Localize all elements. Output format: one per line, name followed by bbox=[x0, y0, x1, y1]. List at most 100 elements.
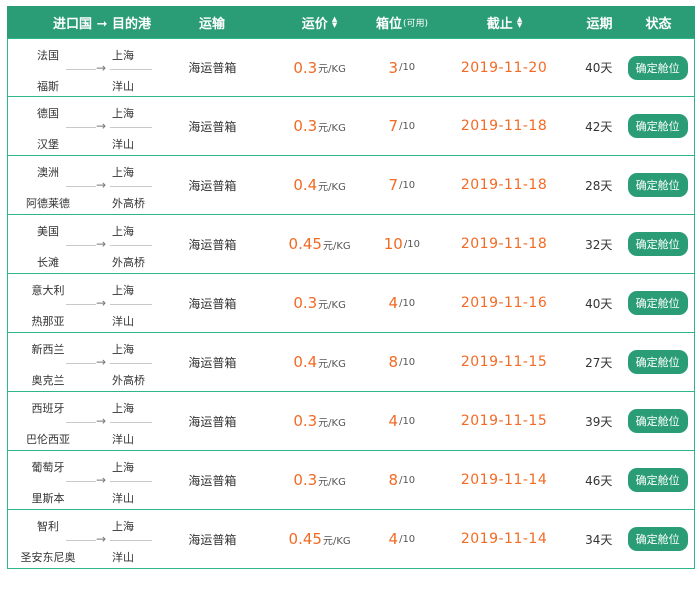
price-cell: 0.3 元/KG bbox=[267, 59, 372, 77]
divider bbox=[110, 422, 152, 423]
table-row: 意大利 热那亚 → 上海 洋山 海运普箱 0.3 元/KG 4/10 2019-1… bbox=[7, 274, 695, 333]
confirm-booking-button[interactable]: 确定舱位 bbox=[627, 409, 688, 433]
dest-city: 上海 bbox=[112, 284, 134, 297]
box-cell: 7/10 bbox=[372, 117, 432, 135]
confirm-booking-button[interactable]: 确定舱位 bbox=[627, 468, 688, 492]
price-unit: 元/KG bbox=[318, 358, 346, 370]
box-available: 3 bbox=[388, 58, 399, 77]
price-value: 0.3 bbox=[293, 58, 318, 77]
price-cell: 0.4 元/KG bbox=[267, 353, 372, 371]
route-cell: 葡萄牙 里斯本 → 上海 洋山 bbox=[8, 451, 158, 509]
origin-port: 圣安东尼奥 bbox=[20, 551, 76, 564]
cutoff-date: 2019-11-14 bbox=[432, 531, 577, 547]
cutoff-date: 2019-11-15 bbox=[432, 413, 577, 429]
box-cell: 7/10 bbox=[372, 176, 432, 194]
route-cell: 西班牙 巴伦西亚 → 上海 洋山 bbox=[8, 392, 158, 450]
price-value: 0.3 bbox=[293, 117, 318, 135]
dest-city: 上海 bbox=[112, 461, 134, 474]
cutoff-value: 2019-11-16 bbox=[460, 295, 548, 311]
dest-port: 外高桥 bbox=[112, 197, 145, 210]
header-box: 箱位 (可用) bbox=[372, 13, 432, 32]
header-cutoff-label: 截止 bbox=[486, 16, 513, 32]
sort-up-down-icon[interactable]: ▲ ▼ bbox=[332, 16, 337, 29]
sort-up-down-icon[interactable]: ▲ ▼ bbox=[517, 16, 522, 29]
table-row: 澳洲 阿德莱德 → 上海 外高桥 海运普箱 0.4 元/KG 7/10 2019-… bbox=[7, 156, 695, 215]
status-cell: 确定舱位 bbox=[621, 291, 694, 315]
status-cell: 确定舱位 bbox=[621, 55, 694, 80]
price-value: 0.45 bbox=[288, 530, 322, 548]
route-cell: 德国 汉堡 → 上海 洋山 bbox=[8, 97, 158, 155]
table-row: 新西兰 奥克兰 → 上海 外高桥 海运普箱 0.4 元/KG 8/10 2019-… bbox=[7, 333, 695, 392]
divider bbox=[110, 540, 152, 541]
box-available: 4 bbox=[388, 294, 399, 312]
right-arrow-icon: → bbox=[96, 119, 107, 133]
header-box-label: 箱位 bbox=[375, 16, 402, 32]
price-unit: 元/KG bbox=[318, 181, 346, 193]
confirm-booking-button[interactable]: 确定舱位 bbox=[627, 55, 688, 80]
divider bbox=[66, 363, 96, 364]
dest-city: 上海 bbox=[112, 107, 134, 120]
confirm-booking-button[interactable]: 确定舱位 bbox=[627, 291, 688, 315]
dest-city: 上海 bbox=[112, 343, 134, 356]
dest-port: 洋山 bbox=[112, 138, 134, 151]
header-transport: 运输 bbox=[198, 16, 225, 32]
divider bbox=[66, 481, 96, 482]
transport-type: 海运普箱 bbox=[188, 178, 237, 193]
cutoff-value: 2019-11-14 bbox=[460, 472, 548, 488]
transport-type: 海运普箱 bbox=[188, 61, 237, 75]
box-total: /10 bbox=[399, 474, 416, 486]
cutoff-date: 2019-11-14 bbox=[432, 472, 577, 488]
table-row: 德国 汉堡 → 上海 洋山 海运普箱 0.3 元/KG 7/10 2019-11-… bbox=[7, 97, 695, 156]
confirm-booking-button[interactable]: 确定舱位 bbox=[627, 114, 688, 138]
divider bbox=[110, 245, 152, 246]
origin-country: 意大利 bbox=[31, 284, 65, 297]
header-status: 状态 bbox=[645, 16, 672, 32]
price-cell: 0.3 元/KG bbox=[267, 412, 372, 430]
confirm-booking-button[interactable]: 确定舱位 bbox=[627, 173, 688, 197]
cutoff-value: 2019-11-20 bbox=[460, 59, 548, 76]
box-total: /10 bbox=[399, 62, 416, 73]
right-arrow-icon: → bbox=[96, 473, 107, 487]
divider bbox=[110, 69, 152, 70]
divider bbox=[66, 245, 96, 246]
header-price-sort[interactable]: 运价 ▲ ▼ bbox=[267, 13, 372, 32]
header-cutoff-sort[interactable]: 截止 ▲ ▼ bbox=[432, 13, 577, 32]
divider bbox=[110, 127, 152, 128]
dest-city: 上海 bbox=[112, 49, 134, 62]
table-row: 法国 福斯 → 上海 洋山 海运普箱 0.3 元/KG 3/10 2019-11-… bbox=[7, 38, 695, 97]
origin-port: 热那亚 bbox=[31, 315, 65, 328]
box-cell: 4/10 bbox=[372, 412, 432, 430]
divider bbox=[66, 540, 96, 541]
origin-country: 新西兰 bbox=[31, 343, 65, 356]
confirm-booking-button[interactable]: 确定舱位 bbox=[627, 232, 688, 256]
route-cell: 澳洲 阿德莱德 → 上海 外高桥 bbox=[8, 156, 158, 214]
box-total: /10 bbox=[399, 120, 416, 132]
route-cell: 新西兰 奥克兰 → 上海 外高桥 bbox=[8, 333, 158, 391]
confirm-booking-button[interactable]: 确定舱位 bbox=[627, 527, 688, 551]
price-cell: 0.3 元/KG bbox=[267, 117, 372, 135]
cutoff-value: 2019-11-18 bbox=[460, 177, 548, 193]
route-cell: 法国 福斯 → 上海 洋山 bbox=[8, 39, 158, 96]
right-arrow-icon: → bbox=[96, 178, 107, 192]
box-cell: 10/10 bbox=[372, 235, 432, 253]
confirm-booking-button[interactable]: 确定舱位 bbox=[627, 350, 688, 374]
dest-port: 洋山 bbox=[112, 492, 134, 505]
origin-port: 长滩 bbox=[37, 256, 59, 269]
cutoff-date: 2019-11-18 bbox=[432, 177, 577, 193]
price-unit: 元/KG bbox=[318, 122, 346, 134]
origin-port: 汉堡 bbox=[37, 138, 59, 151]
dest-port: 外高桥 bbox=[112, 256, 145, 269]
cutoff-date: 2019-11-16 bbox=[432, 295, 577, 311]
box-available: 7 bbox=[388, 117, 399, 135]
right-arrow-icon: → bbox=[96, 532, 107, 546]
origin-country: 法国 bbox=[37, 49, 59, 62]
transport-type: 海运普箱 bbox=[188, 414, 237, 429]
price-unit: 元/KG bbox=[322, 240, 351, 252]
transport-type: 海运普箱 bbox=[188, 119, 237, 134]
transport-type: 海运普箱 bbox=[188, 473, 237, 488]
dest-port: 外高桥 bbox=[112, 374, 145, 387]
cutoff-value: 2019-11-15 bbox=[460, 354, 548, 370]
cutoff-value: 2019-11-18 bbox=[460, 118, 548, 134]
table-row: 美国 长滩 → 上海 外高桥 海运普箱 0.45 元/KG 10/10 2019-… bbox=[7, 215, 695, 274]
price-cell: 0.45 元/KG bbox=[267, 530, 372, 548]
